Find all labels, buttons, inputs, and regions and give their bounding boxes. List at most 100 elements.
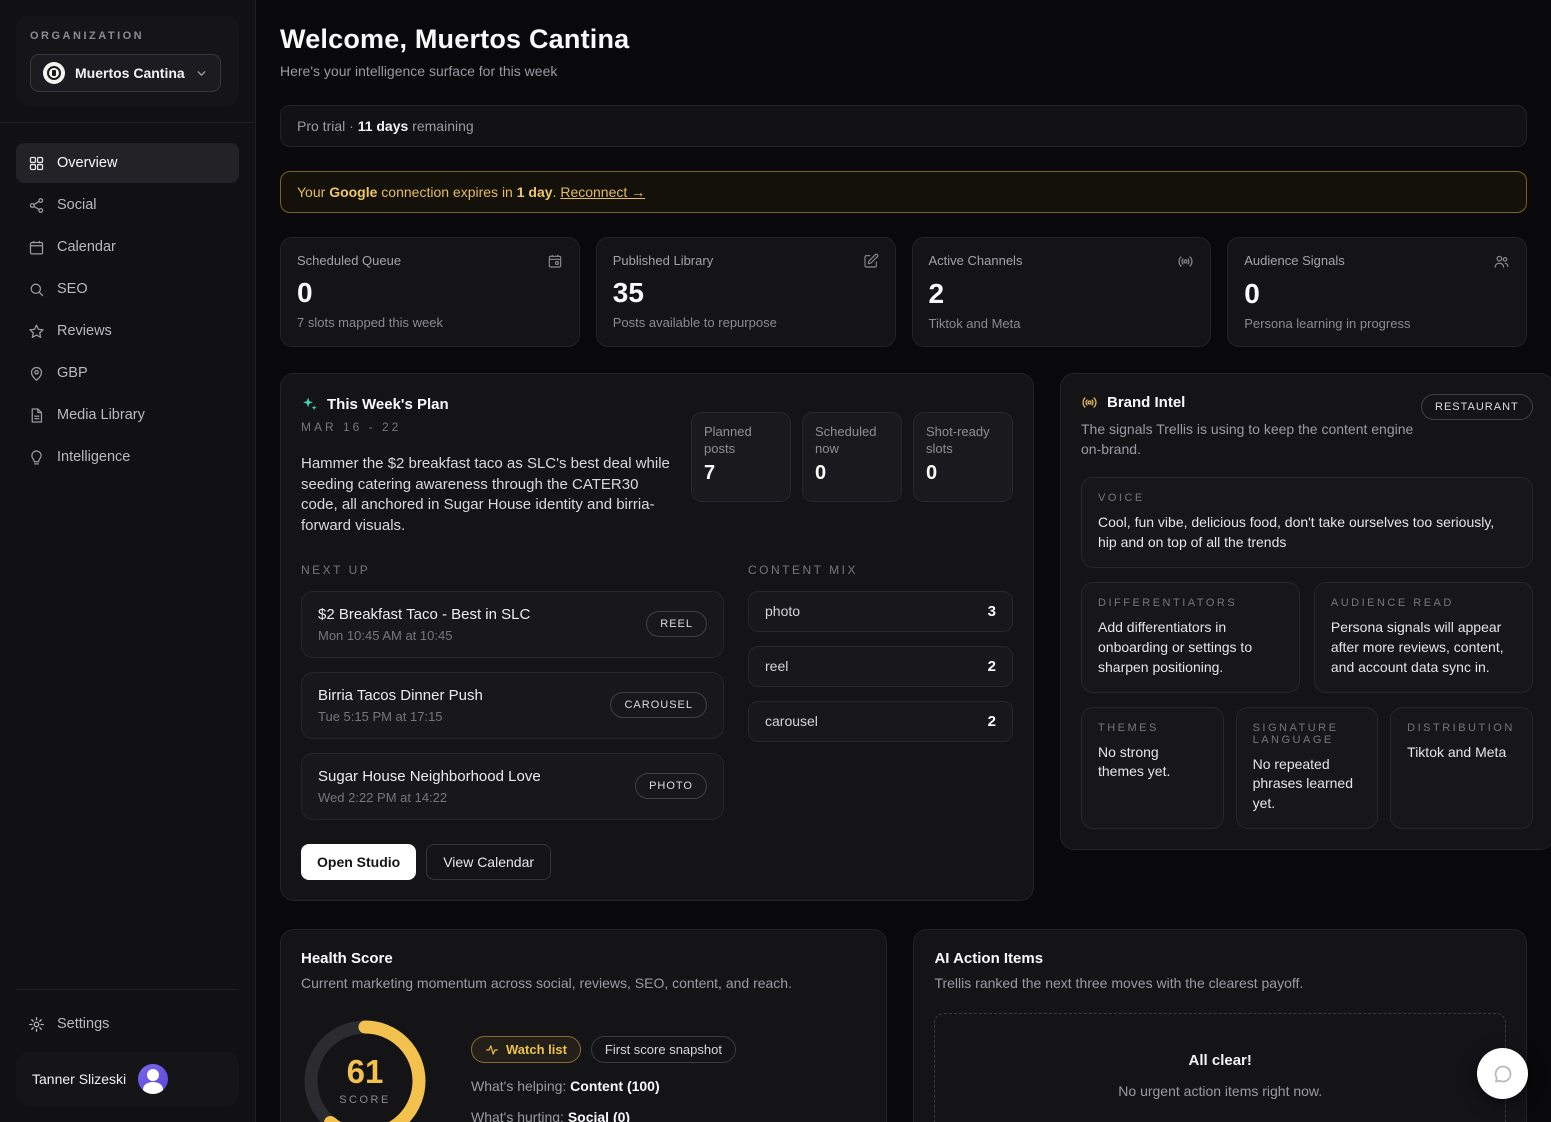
helping-line: What's helping: Content (100) <box>471 1078 736 1094</box>
bottom-section: Health Score Current marketing momentum … <box>280 929 1527 1122</box>
post-title: $2 Breakfast Taco - Best in SLC <box>318 606 530 623</box>
next-up-item[interactable]: Birria Tacos Dinner Push Tue 5:15 PM at … <box>301 672 724 739</box>
stat-value: 0 <box>1244 278 1510 310</box>
mini-stat-shot-ready-slots: Shot-ready slots 0 <box>913 412 1013 502</box>
open-studio-button[interactable]: Open Studio <box>301 844 416 880</box>
stat-sub: Tiktok and Meta <box>929 316 1195 331</box>
sidebar-spacer <box>0 477 255 989</box>
user-name: Tanner Slizeski <box>32 1071 126 1087</box>
view-calendar-button[interactable]: View Calendar <box>426 844 551 880</box>
stat-value: 35 <box>613 277 879 309</box>
main-content: Welcome, Muertos Cantina Here's your int… <box>256 0 1551 1122</box>
calendar-icon <box>547 253 563 269</box>
document-icon <box>28 407 45 424</box>
sidebar-item-label: Media Library <box>57 407 145 423</box>
next-up-item[interactable]: $2 Breakfast Taco - Best in SLC Mon 10:4… <box>301 591 724 658</box>
stat-label: Audience Signals <box>1244 253 1344 268</box>
sidebar-item-settings[interactable]: Settings <box>16 1004 239 1044</box>
mix-type: reel <box>765 658 788 674</box>
org-label: ORGANIZATION <box>30 30 225 42</box>
sidebar-item-label: GBP <box>57 365 88 381</box>
themes-label: THEMES <box>1098 722 1207 734</box>
signature-language-box: SIGNATURE LANGUAGE No repeated phrases l… <box>1236 707 1379 830</box>
calendar-icon <box>28 239 45 256</box>
stat-label: Published Library <box>613 253 713 268</box>
sidebar-item-media-library[interactable]: Media Library <box>16 395 239 435</box>
chat-fab-button[interactable] <box>1477 1048 1528 1099</box>
user-menu[interactable]: Tanner Slizeski <box>16 1052 239 1106</box>
audience-read-box: AUDIENCE READ Persona signals will appea… <box>1314 582 1533 693</box>
org-section: ORGANIZATION Muertos Cantina <box>0 0 255 123</box>
mini-stat-label: Planned posts <box>704 424 778 458</box>
signature-language-text: No repeated phrases learned yet. <box>1253 755 1362 815</box>
mix-type: photo <box>765 603 800 619</box>
sidebar-item-label: Reviews <box>57 323 112 339</box>
plan-summary: Hammer the $2 breakfast taco as SLC's be… <box>301 454 673 537</box>
audience-read-text: Persona signals will appear after more r… <box>1331 618 1516 678</box>
mini-stat-value: 0 <box>815 462 889 485</box>
voice-label: VOICE <box>1098 492 1516 504</box>
chevron-down-icon <box>195 67 208 80</box>
sidebar-item-label: Intelligence <box>57 449 130 465</box>
google-bold: Google <box>329 184 377 200</box>
mini-stat-label: Scheduled now <box>815 424 889 458</box>
chat-bubble-icon <box>1491 1062 1515 1086</box>
mix-count: 3 <box>988 603 996 620</box>
share-icon <box>28 197 45 214</box>
sidebar-item-seo[interactable]: SEO <box>16 269 239 309</box>
reconnect-link[interactable]: Reconnect → <box>560 184 645 200</box>
sidebar: ORGANIZATION Muertos Cantina Overview So… <box>0 0 256 1122</box>
expiry-bold: 1 day <box>517 184 553 200</box>
themes-text: No strong themes yet. <box>1098 743 1207 783</box>
brand-intel-title: Brand Intel <box>1107 394 1185 411</box>
google-banner-text: Your <box>297 184 329 200</box>
brand-intel-card: Brand Intel The signals Trellis is using… <box>1060 373 1551 850</box>
stat-sub: Persona learning in progress <box>1244 316 1510 331</box>
brand-intel-subtitle: The signals Trellis is using to keep the… <box>1081 420 1421 459</box>
hurting-value: Social (0) <box>568 1109 630 1122</box>
post-time: Mon 10:45 AM at 10:45 <box>318 628 530 643</box>
watch-list-label: Watch list <box>506 1042 567 1057</box>
mix-count: 2 <box>988 658 996 675</box>
next-up-item[interactable]: Sugar House Neighborhood Love Wed 2:22 P… <box>301 753 724 820</box>
differentiators-box: DIFFERENTIATORS Add differentiators in o… <box>1081 582 1300 693</box>
distribution-text: Tiktok and Meta <box>1407 743 1516 763</box>
sidebar-item-label: SEO <box>57 281 88 297</box>
org-selector[interactable]: Muertos Cantina <box>30 54 221 92</box>
user-avatar-icon <box>138 1064 168 1094</box>
org-card: ORGANIZATION Muertos Cantina <box>16 16 239 106</box>
content-mix-section: CONTENT MIX photo 3 reel 2 carousel 2 <box>748 563 1013 820</box>
sidebar-item-label: Overview <box>57 155 117 171</box>
health-score-donut: 61 SCORE <box>301 1017 429 1122</box>
stat-value: 2 <box>929 278 1195 310</box>
lightbulb-icon <box>28 449 45 466</box>
org-logo <box>43 62 65 84</box>
sidebar-item-overview[interactable]: Overview <box>16 143 239 183</box>
mini-stat-value: 7 <box>704 462 778 485</box>
date-range: MAR 16 - 22 <box>301 420 673 434</box>
themes-box: THEMES No strong themes yet. <box>1081 707 1224 830</box>
stat-label: Scheduled Queue <box>297 253 401 268</box>
google-banner-text: connection expires in <box>377 184 516 200</box>
broadcast-icon <box>1177 253 1194 270</box>
audience-read-label: AUDIENCE READ <box>1331 597 1516 609</box>
sidebar-item-social[interactable]: Social <box>16 185 239 225</box>
sidebar-item-reviews[interactable]: Reviews <box>16 311 239 351</box>
settings-label: Settings <box>57 1016 109 1032</box>
ai-actions-empty-state: All clear! No urgent action items right … <box>934 1013 1506 1122</box>
stats-row: Scheduled Queue 0 7 slots mapped this we… <box>280 237 1527 347</box>
industry-badge: RESTAURANT <box>1421 394 1533 420</box>
sidebar-item-gbp[interactable]: GBP <box>16 353 239 393</box>
ai-action-items-card: AI Action Items Trellis ranked the next … <box>913 929 1527 1122</box>
sidebar-item-intelligence[interactable]: Intelligence <box>16 437 239 477</box>
voice-box: VOICE Cool, fun vibe, delicious food, do… <box>1081 477 1533 568</box>
health-score-card: Health Score Current marketing momentum … <box>280 929 887 1122</box>
snapshot-badge: First score snapshot <box>591 1036 736 1063</box>
gear-icon <box>28 1016 45 1033</box>
page-title: Welcome, Muertos Cantina <box>280 24 1527 55</box>
score-value: 61 <box>347 1055 384 1088</box>
stat-label: Active Channels <box>929 253 1023 268</box>
mini-stat-planned-posts: Planned posts 7 <box>691 412 791 502</box>
sidebar-item-calendar[interactable]: Calendar <box>16 227 239 267</box>
differentiators-text: Add differentiators in onboarding or set… <box>1098 618 1283 678</box>
